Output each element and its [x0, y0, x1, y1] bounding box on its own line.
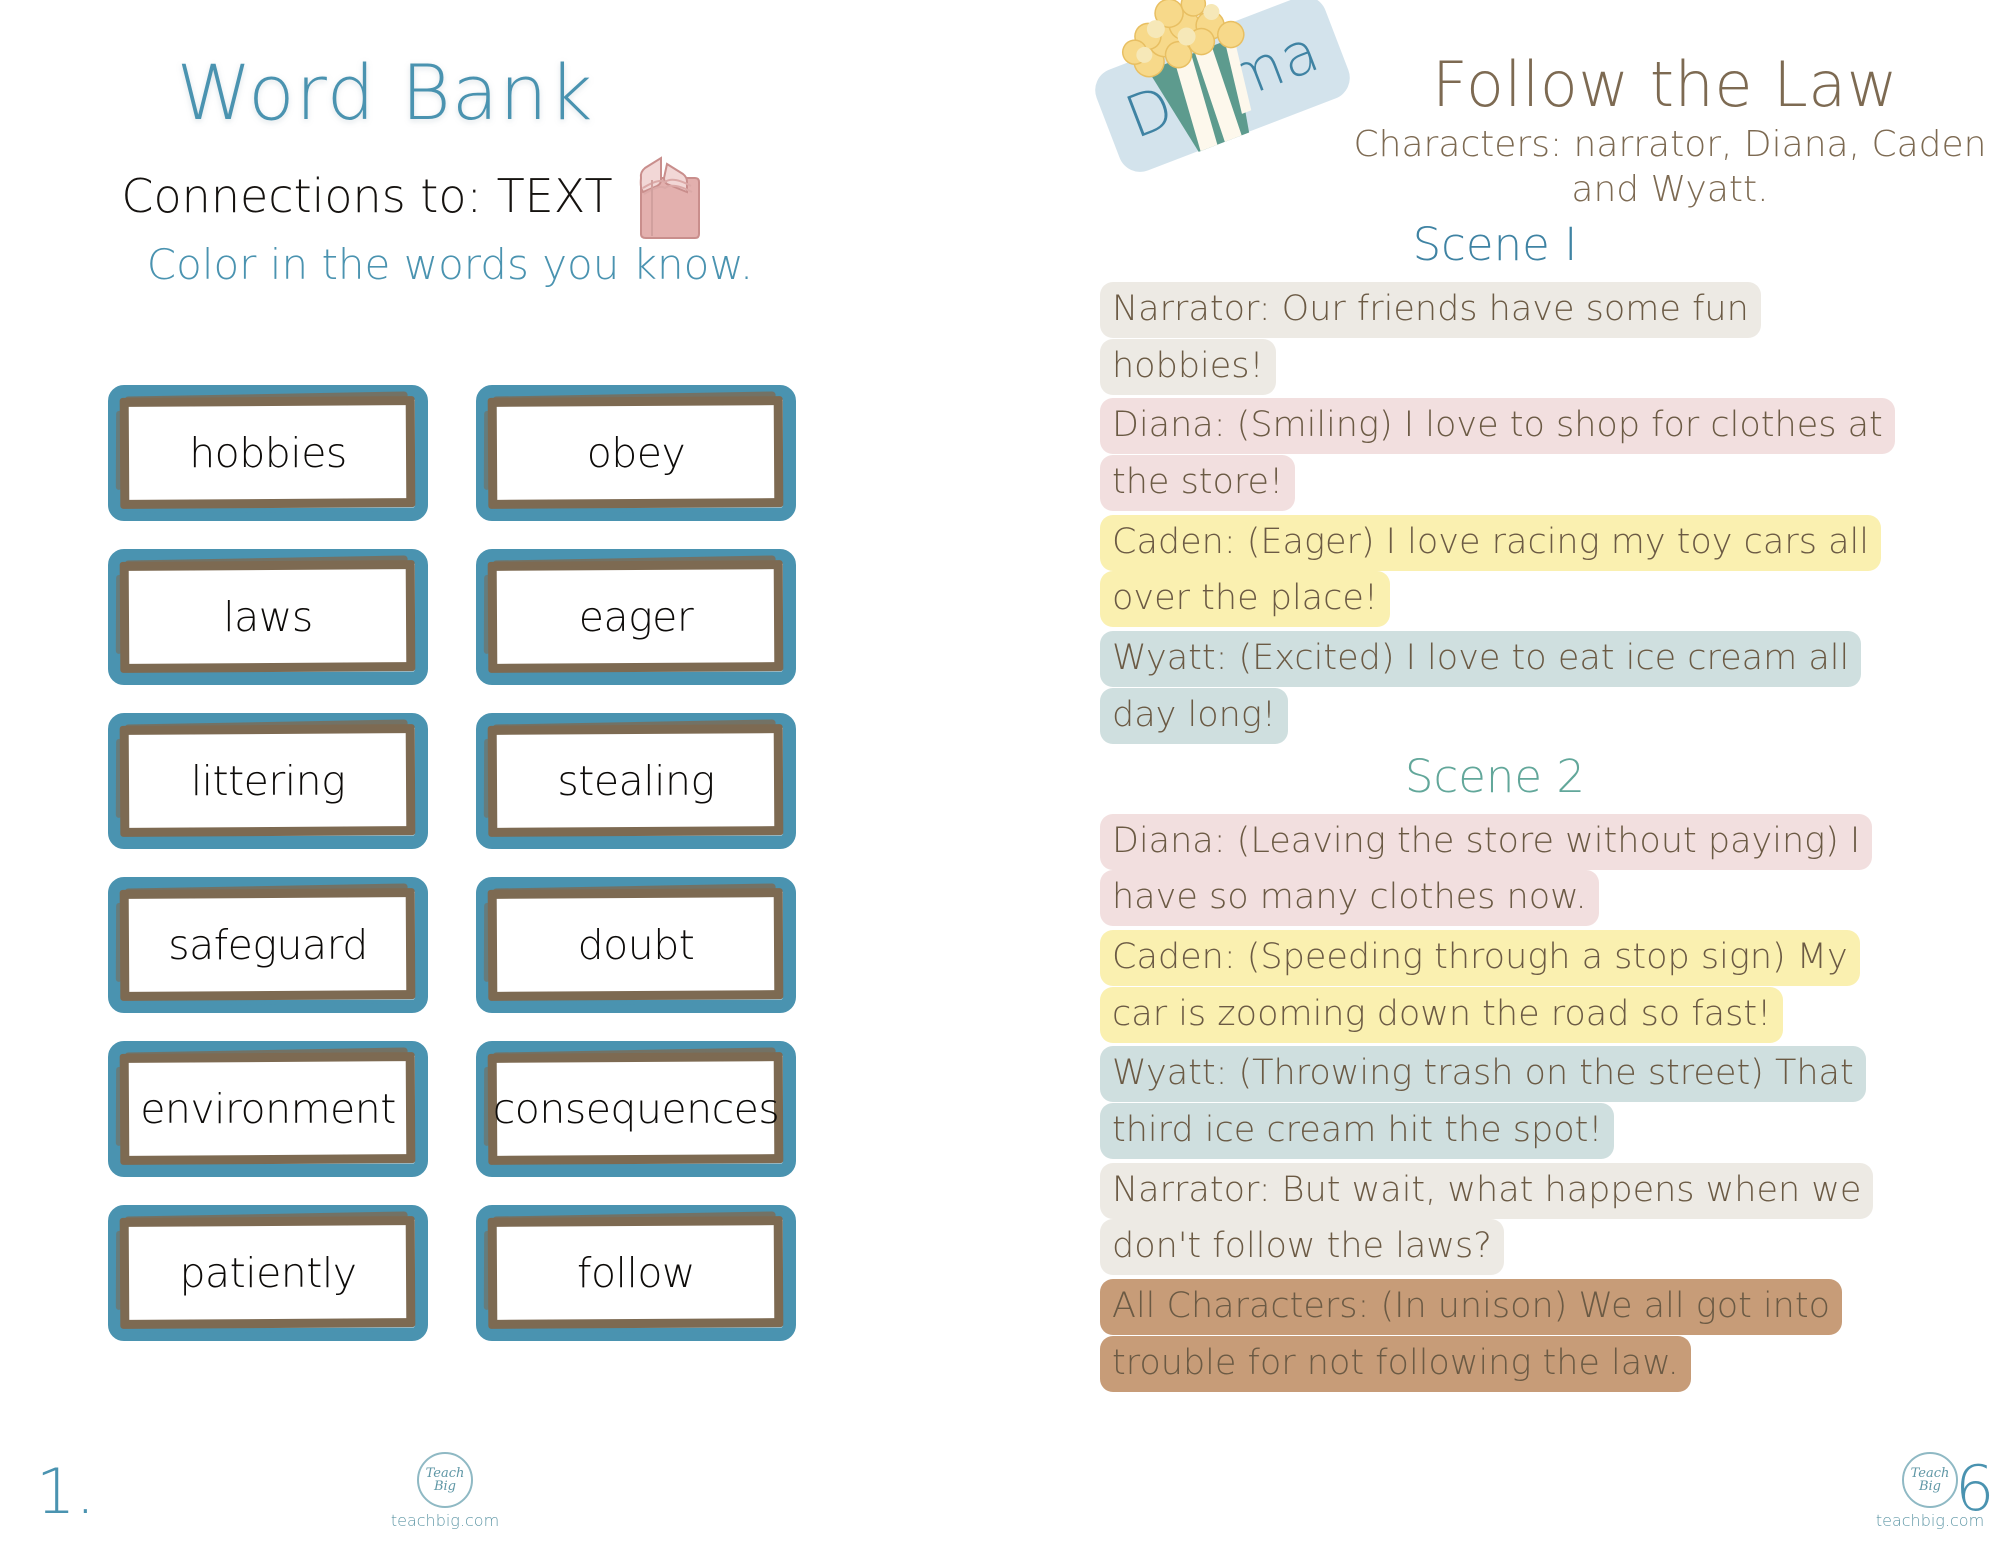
word-box[interactable]: follow [476, 1205, 796, 1341]
word-label: obey [586, 429, 686, 477]
word-box[interactable]: patiently [108, 1205, 428, 1341]
script-line-text: All Characters: (In unison) We all got i… [1100, 1279, 1842, 1392]
script-line: All Characters: (In unison) We all got i… [1100, 1278, 1890, 1392]
word-label: environment [140, 1085, 396, 1133]
script-line: Diana: (Smiling) I love to shop for clot… [1100, 397, 1895, 512]
instruction-text: Color in the words you know. [146, 240, 754, 289]
script-line: Diana: (Leaving the store without paying… [1100, 813, 1890, 927]
script-line: Wyatt: (Excited) I love to eat ice cream… [1100, 630, 1890, 744]
right-page-drama-script: Drama [1080, 0, 2000, 1545]
script-line: Narrator: Our friends have some fun hobb… [1100, 281, 1890, 395]
word-box[interactable]: doubt [476, 877, 796, 1013]
word-box[interactable]: hobbies [108, 385, 428, 521]
word-label: stealing [557, 757, 715, 805]
word-label: follow [577, 1249, 695, 1297]
script-line-text: Caden: (Speeding through a stop sign) My… [1100, 929, 1860, 1043]
page-title: Word Bank [176, 48, 594, 137]
word-box[interactable]: littering [108, 713, 428, 849]
subtitle: Connections to: TEXT [121, 169, 613, 223]
script-line-text: Caden: (Eager) I love racing my toy cars… [1100, 514, 1881, 628]
word-bank-grid: hobbies obey laws eager littering steali… [108, 385, 808, 1341]
script-line: Wyatt: (Throwing trash on the street) Th… [1100, 1045, 1890, 1159]
word-label: laws [223, 593, 313, 641]
script-title: Follow the Law [1432, 48, 1898, 121]
logo-url: teachbig.com [1875, 1511, 1985, 1530]
script-line: Caden: (Eager) I love racing my toy cars… [1100, 514, 1890, 628]
logo-mark-icon: Teach Big [417, 1452, 473, 1508]
script-line-text: Narrator: Our friends have some fun hobb… [1100, 282, 1761, 395]
word-box[interactable]: laws [108, 549, 428, 685]
worksheet-page: Word Bank Connections to: TEXT Color in … [0, 0, 2000, 1545]
script-line-text: Diana: (Leaving the store without paying… [1100, 813, 1873, 927]
script-line-text: Diana: (Smiling) I love to shop for clot… [1100, 398, 1895, 512]
brand-logo-left: Teach Big teachbig.com [390, 1452, 500, 1530]
scene-1-heading: Scene I [1412, 218, 1578, 271]
logo-url: teachbig.com [390, 1511, 500, 1530]
brand-logo-right: Teach Big teachbig.com [1875, 1452, 1985, 1530]
word-box[interactable]: stealing [476, 713, 796, 849]
script-line: Narrator: But wait, what happens when we… [1100, 1162, 1890, 1276]
subtitle-row: Connections to: TEXT [0, 148, 830, 244]
word-label: safeguard [168, 921, 368, 969]
scene-2-heading: Scene 2 [1404, 749, 1586, 803]
word-box[interactable]: safeguard [108, 877, 428, 1013]
logo-mark-icon: Teach Big [1902, 1452, 1958, 1508]
script-line: Caden: (Speeding through a stop sign) My… [1100, 929, 1890, 1043]
script-line-text: Narrator: But wait, what happens when we… [1100, 1162, 1874, 1276]
word-label: eager [578, 593, 694, 641]
word-label: patiently [179, 1249, 357, 1297]
script-line-text: Wyatt: (Excited) I love to eat ice cream… [1100, 631, 1862, 744]
book-icon [631, 148, 709, 244]
word-label: hobbies [189, 429, 347, 477]
word-label: littering [190, 757, 346, 805]
characters-list: Characters: narrator, Diana, Caden and W… [1353, 124, 1987, 210]
script-line-text: Wyatt: (Throwing trash on the street) Th… [1100, 1046, 1866, 1159]
page-number-left: 1. [36, 1455, 96, 1528]
word-label: consequences [492, 1085, 780, 1133]
script-body: Scene I Narrator: Our friends have some … [1100, 212, 1895, 1394]
word-box[interactable]: consequences [476, 1041, 796, 1177]
word-label: doubt [577, 921, 695, 969]
word-box[interactable]: eager [476, 549, 796, 685]
left-page-word-bank: Word Bank Connections to: TEXT Color in … [0, 0, 1080, 1545]
word-box[interactable]: environment [108, 1041, 428, 1177]
word-box[interactable]: obey [476, 385, 796, 521]
